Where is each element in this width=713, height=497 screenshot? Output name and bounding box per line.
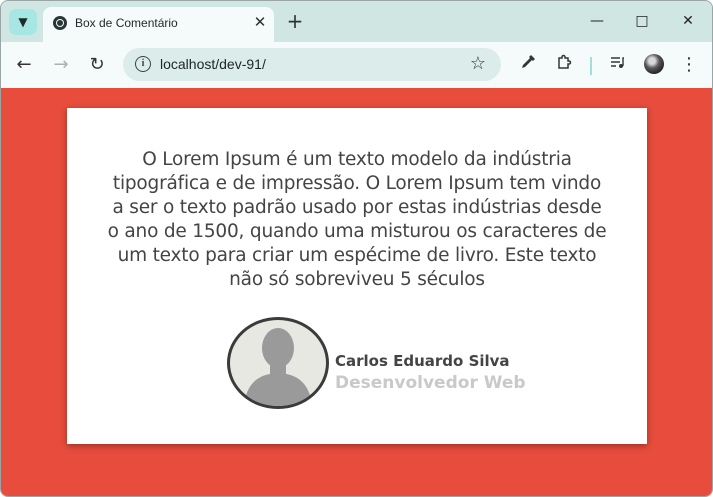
author-role: Desenvolvedor Web [335,373,526,393]
plus-icon[interactable]: + [285,11,305,31]
author-name: Carlos Eduardo Silva [335,352,510,370]
menu-icon[interactable]: ⋮ [677,53,701,77]
tab-strip: ▼ Box de Comentário ✕ + — □ ✕ [1,1,712,42]
minimize-icon[interactable]: — [585,11,609,31]
reload-icon[interactable]: ↻ [85,53,109,77]
comment-text: O Lorem Ipsum é um texto modelo da indús… [107,149,607,290]
toolbar-divider [590,57,592,75]
maximize-icon[interactable]: □ [630,11,654,31]
active-tab[interactable]: Box de Comentário ✕ [43,7,274,42]
media-control-icon[interactable] [605,53,629,77]
window-close-icon[interactable]: ✕ [676,11,700,31]
browser-toolbar: ← → ↻ i localhost/dev-91/ ☆ ⋮ [1,42,712,88]
back-icon[interactable]: ← [12,53,36,77]
browser-window: ▼ Box de Comentário ✕ + — □ ✕ ← → ↻ i lo… [0,0,713,497]
address-bar[interactable]: i localhost/dev-91/ ☆ [123,48,501,81]
close-icon[interactable]: ✕ [251,13,269,31]
globe-icon [53,16,67,30]
extensions-icon[interactable] [552,53,576,77]
tab-search-icon[interactable]: ▼ [9,9,37,35]
url-text[interactable]: localhost/dev-91/ [160,56,266,72]
bookmark-star-icon[interactable]: ☆ [468,53,488,75]
person-placeholder-icon [227,317,329,409]
site-info-icon[interactable]: i [135,56,151,72]
page-viewport: O Lorem Ipsum é um texto modelo da indús… [1,88,712,496]
eyedropper-icon[interactable] [516,53,540,77]
profile-avatar[interactable] [644,54,664,74]
comment-card: O Lorem Ipsum é um texto modelo da indús… [67,108,647,444]
forward-icon[interactable]: → [49,53,73,77]
tab-title: Box de Comentário [75,16,178,30]
